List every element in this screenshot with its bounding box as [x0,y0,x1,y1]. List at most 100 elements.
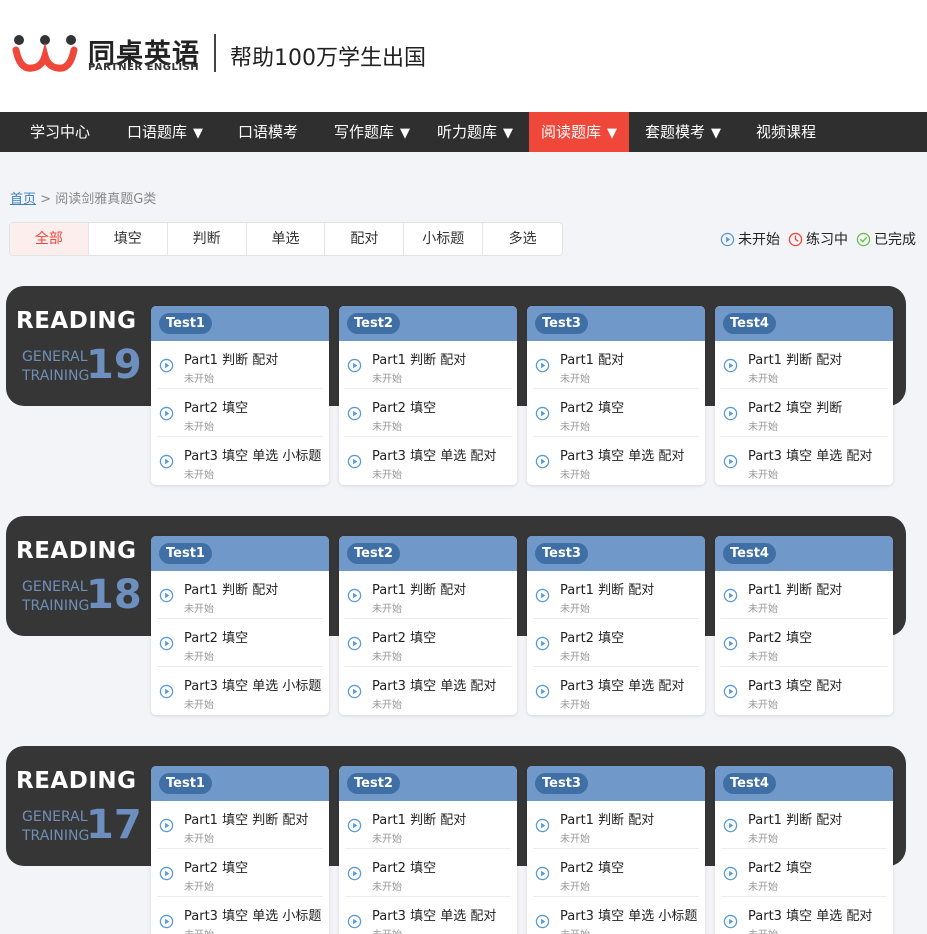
part-title: Part3 填空 单选 小标题 [184,679,322,694]
part-item[interactable]: Part2 填空 未开始 [345,389,511,437]
part-item[interactable]: Part1 填空 判断 配对 未开始 [157,801,323,849]
chevron-down-icon: ▼ [503,126,514,141]
filter-true-false[interactable]: 判断 [168,223,247,255]
play-circle-icon [535,684,550,699]
part-item[interactable]: Part3 填空 单选 配对未开始 [533,437,699,485]
part-status: 未开始 [748,374,778,385]
part-item[interactable]: Part2 填空 未开始 [345,849,511,897]
nav-item-mock-sets[interactable]: 套题模考 ▼ [645,112,721,152]
part-item[interactable]: Part1 判断 配对 未开始 [721,801,887,849]
part-item[interactable]: Part1 判断 配对 未开始 [721,571,887,619]
breadcrumb-home[interactable]: 首页 [10,192,36,207]
part-title: Part1 配对 [560,353,625,368]
play-circle-icon [723,684,738,699]
play-circle-icon [159,684,174,699]
part-item[interactable]: Part3 填空 单选 配对未开始 [721,437,887,485]
filter-matching[interactable]: 配对 [325,223,405,255]
part-item[interactable]: Part1 判断 配对未开始 [157,571,323,619]
nav-item-reading-bank[interactable]: 阅读题库 ▼ [529,112,629,152]
play-circle-icon [159,866,174,881]
part-item[interactable]: Part3 填空 单选 配对未开始 [345,667,511,715]
part-item[interactable]: Part1 配对 未开始 [533,341,699,389]
test-card: Test2 Part1 判断 配对 未开始 Part2 填空 未开始 Part3 填空 单… [339,766,517,934]
chevron-down-icon: ▼ [607,126,618,141]
legend-completed: 已完成 [874,232,916,248]
part-item[interactable]: Part1 判断 配对 未开始 [721,341,887,389]
part-item[interactable]: Part3 填空 单选 配对未开始 [345,437,511,485]
nav-item-study-center[interactable]: 学习中心 [30,112,90,152]
test-card-header: Test3 [527,306,705,341]
partner-logo-icon[interactable] [12,34,78,74]
test-card-header: Test4 [715,306,893,341]
test-label: Test3 [535,773,588,794]
section-title: READING [16,538,137,564]
status-legend: 未开始 练习中 已完成 [720,229,924,249]
part-title: Part2 填空 [184,631,249,646]
nav-item-writing-bank[interactable]: 写作题库 ▼ [334,112,410,152]
part-status: 未开始 [184,834,214,845]
part-status: 未开始 [184,700,214,711]
part-item[interactable]: Part2 填空 未开始 [157,389,323,437]
play-circle-icon [535,914,550,929]
part-status: 未开始 [748,834,778,845]
part-status: 未开始 [748,470,778,481]
part-item[interactable]: Part2 填空 未开始 [345,619,511,667]
part-status: 未开始 [372,652,402,663]
test-card: Test3 Part1 配对 未开始 Part2 填空 未开始 Part3 填空 单选 配… [527,306,705,485]
part-item[interactable]: Part1 判断 配对 未开始 [533,801,699,849]
part-item[interactable]: Part1 判断 配对 未开始 [533,571,699,619]
filter-multiple-choice[interactable]: 多选 [483,223,562,255]
part-status: 未开始 [748,700,778,711]
filter-fill-blank[interactable]: 填空 [89,223,168,255]
part-item[interactable]: Part3 填空 单选 小标题未开始 [157,437,323,485]
part-status: 未开始 [184,926,214,934]
part-item[interactable]: Part3 填空 配对 未开始 [721,667,887,715]
nav-item-speaking-mock[interactable]: 口语模考 [238,112,298,152]
part-item[interactable]: Part3 填空 单选 配对未开始 [721,897,887,934]
part-status: 未开始 [560,882,590,893]
part-item[interactable]: Part1 判断 配对 未开始 [345,571,511,619]
part-item[interactable]: Part2 填空 未开始 [157,619,323,667]
part-item[interactable]: Part2 填空 未开始 [721,619,887,667]
nav-item-speaking-bank[interactable]: 口语题库 ▼ [127,112,203,152]
part-title: Part1 判断 配对 [184,583,279,598]
part-status: 未开始 [560,470,590,481]
part-item[interactable]: Part2 填空 未开始 [721,849,887,897]
part-item[interactable]: Part2 填空 判断 未开始 [721,389,887,437]
filter-headings[interactable]: 小标题 [404,223,484,255]
filter-single-choice[interactable]: 单选 [247,223,326,255]
part-item[interactable]: Part1 判断 配对 未开始 [345,801,511,849]
nav-item-listening-bank[interactable]: 听力题库 ▼ [437,112,513,152]
play-circle-icon [347,406,362,421]
part-item[interactable]: Part3 填空 单选 配对未开始 [533,667,699,715]
part-status: 未开始 [560,926,590,934]
nav-item-video-courses[interactable]: 视频课程 [756,112,816,152]
part-title: Part1 判断 配对 [184,353,279,368]
test-label: Test4 [723,773,776,794]
part-item[interactable]: Part3 填空 单选 小标题未开始 [533,897,699,934]
test-card-header: Test1 [151,536,329,571]
part-status: 未开始 [748,652,778,663]
part-status: 未开始 [748,604,778,615]
test-card: Test3 Part1 判断 配对 未开始 Part2 填空 未开始 Part3 填空 单… [527,766,705,934]
part-item[interactable]: Part3 填空 单选 配对未开始 [345,897,511,934]
part-item[interactable]: Part1 判断 配对 未开始 [345,341,511,389]
part-title: Part2 填空 [560,861,625,876]
part-item[interactable]: Part2 填空 未开始 [533,389,699,437]
part-item[interactable]: Part2 填空 未开始 [157,849,323,897]
play-circle-icon [347,588,362,603]
test-card-header: Test1 [151,306,329,341]
part-item[interactable]: Part1 判断 配对 未开始 [157,341,323,389]
part-status: 未开始 [748,422,778,433]
breadcrumb-separator: > [40,192,52,207]
test-label: Test4 [723,313,776,334]
part-item[interactable]: Part3 填空 单选 小标题未开始 [157,667,323,715]
part-item[interactable]: Part2 填空未开始 [533,849,699,897]
part-status: 未开始 [372,374,402,385]
filter-all[interactable]: 全部 [10,223,89,255]
part-item[interactable]: Part3 填空 单选 小标题未开始 [157,897,323,934]
part-status: 未开始 [184,604,214,615]
part-status: 未开始 [372,470,402,481]
test-card: Test1 Part1 填空 判断 配对 未开始 Part2 填空 未开始 Part3 填… [151,766,329,934]
part-item[interactable]: Part2 填空 未开始 [533,619,699,667]
